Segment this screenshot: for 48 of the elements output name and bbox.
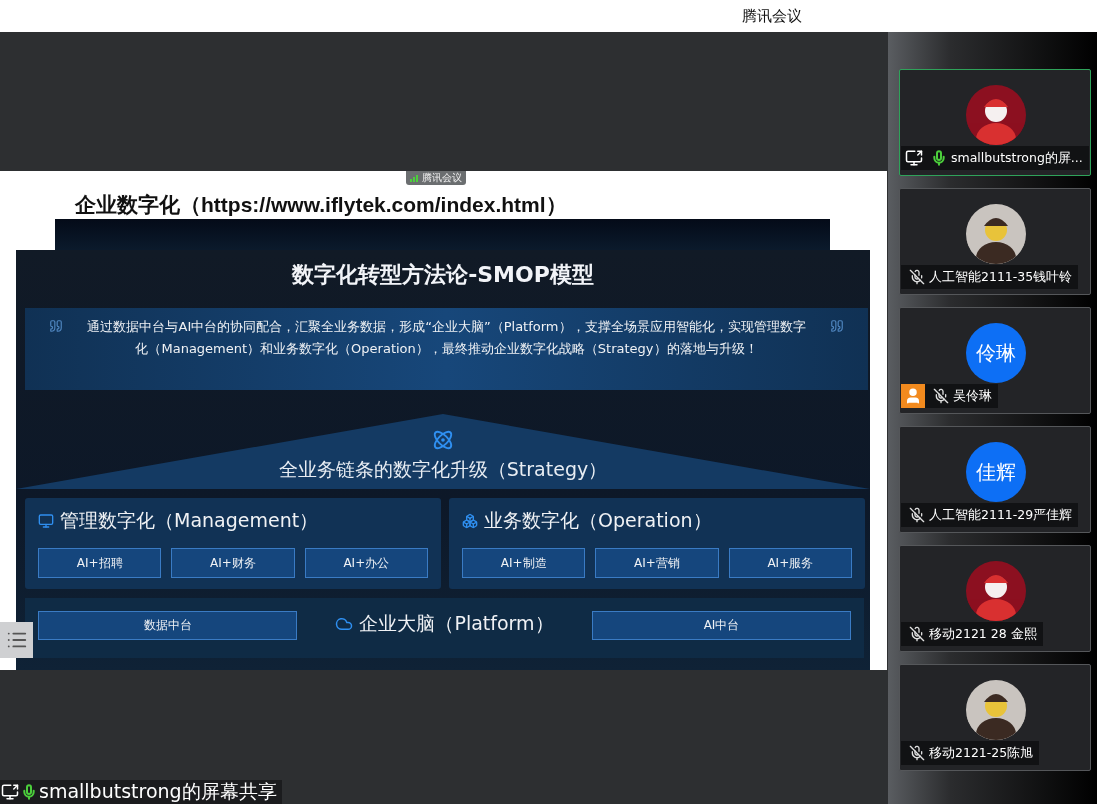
meeting-tag: 腾讯会议 (406, 171, 466, 185)
platform-title: 企业大脑（Platform） (359, 611, 554, 636)
quote-text: 通过数据中台与AI中台的协同配合，汇聚全业务数据，形成“企业大脑”（Platform），支撑全场景应用智能化，实现管理数字化（Management）和业务数字化（Operation），最终推动企业数字化战略（Strategy）的落地与升级！ (86, 318, 807, 358)
module-label: 数据中台 (38, 611, 297, 640)
module-label: AI+营销 (595, 548, 719, 578)
avatar: 伶琳 (966, 323, 1026, 383)
screen-share-icon (1, 783, 19, 801)
module-label: AI+办公 (304, 548, 428, 578)
participant-name: 移动2121-25陈旭 (929, 744, 1034, 762)
slide-title: 企业数字化（https://www.iflytek.com/index.html） (75, 192, 567, 218)
participant-tile[interactable]: 移动2121 28 金熙 (899, 545, 1091, 652)
signal-icon (410, 174, 420, 182)
participant-name: 吴伶琳 (953, 387, 992, 405)
avatar: 佳辉 (966, 442, 1026, 502)
module-label: AI中台 (592, 611, 851, 640)
diagram-heading: 数字化转型方法论-SMOP模型 (292, 261, 594, 289)
strategy-label: 全业务链条的数字化升级（Strategy） (278, 457, 608, 482)
mic-icon[interactable] (931, 150, 947, 166)
participant-name: 人工智能2111-29严佳辉 (929, 506, 1073, 524)
quote-icon (49, 319, 63, 333)
app-title: 腾讯会议 (742, 6, 802, 26)
section-title: 管理数字化（Management） (60, 508, 319, 533)
participant-name: 人工智能2111-35钱叶铃 (929, 268, 1073, 286)
muted-mic-icon[interactable] (909, 507, 925, 523)
cloud-icon (335, 615, 354, 633)
participant-tile[interactable]: 佳辉 人工智能2111-29严佳辉 (899, 426, 1091, 533)
participant-tile[interactable]: smallbutstrong的屏... (899, 69, 1091, 176)
menu-button[interactable] (0, 622, 33, 658)
muted-mic-icon[interactable] (909, 626, 925, 642)
participant-name: smallbutstrong的屏... (951, 149, 1083, 167)
section-title: 业务数字化（Operation） (484, 508, 712, 533)
module-label: AI+财务 (171, 548, 295, 578)
module-label: AI+服务 (728, 548, 852, 578)
monitor-icon (38, 513, 54, 529)
boxes-icon (462, 513, 478, 529)
participant-tile[interactable]: 人工智能2111-35钱叶铃 (899, 188, 1091, 295)
module-label: AI+制造 (462, 548, 586, 578)
muted-mic-icon[interactable] (933, 388, 949, 404)
participant-name: 移动2121 28 金熙 (929, 625, 1037, 643)
muted-mic-icon[interactable] (909, 745, 925, 761)
quote-icon (830, 319, 844, 333)
mic-icon[interactable] (21, 784, 37, 800)
muted-mic-icon[interactable] (909, 269, 925, 285)
participant-tile[interactable]: 移动2121-25陈旭 (899, 664, 1091, 771)
share-text: smallbutstrong的屏幕共享 (39, 779, 277, 804)
atom-icon (432, 429, 454, 451)
participant-tile[interactable]: 伶琳 吴伶琳 (899, 307, 1091, 414)
module-label: AI+招聘 (38, 548, 162, 578)
